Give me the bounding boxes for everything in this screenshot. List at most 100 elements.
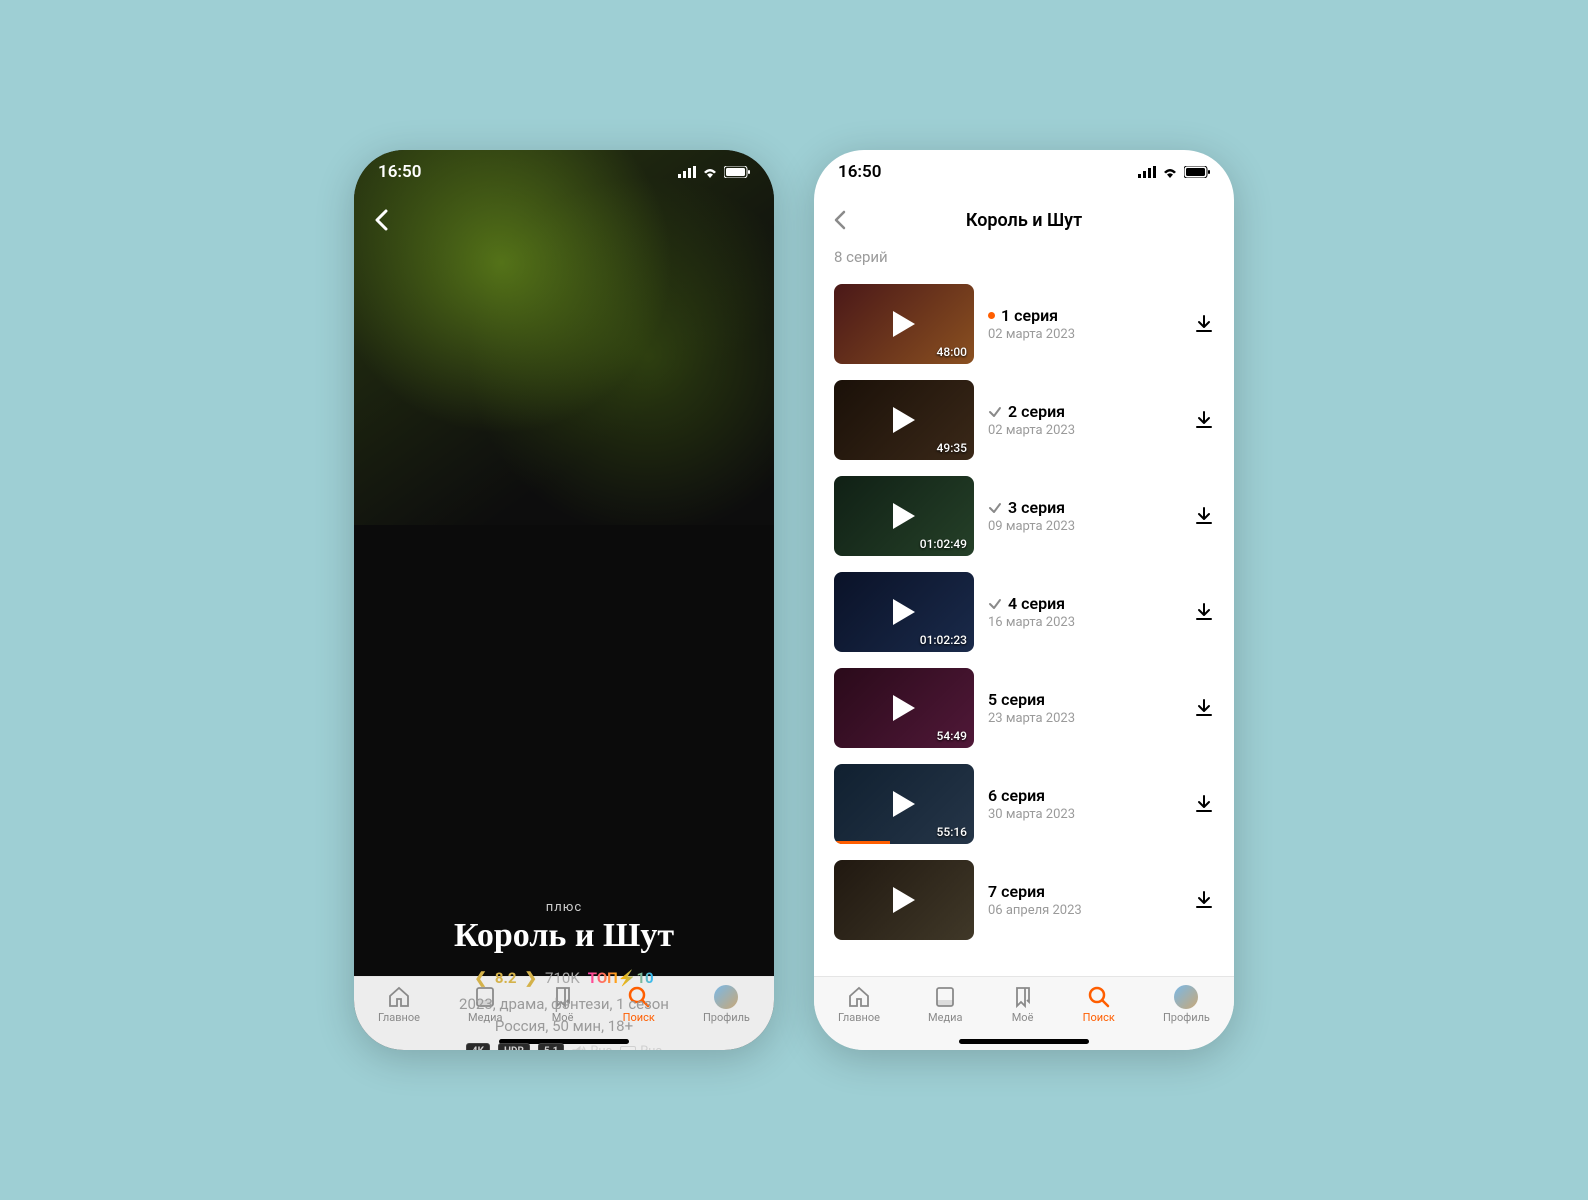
episode-duration: 01:02:49 — [920, 537, 967, 551]
rating-value: 8.2 — [495, 969, 517, 987]
episode-meta: 7 серия 06 апреля 2023 — [988, 882, 1180, 918]
show-title: Король и Шут — [354, 917, 774, 955]
episode-download-button[interactable] — [1194, 410, 1214, 430]
nav-row: Король и Шут — [814, 200, 1234, 240]
subs-chip: Rus — [620, 1044, 662, 1050]
download-icon — [1194, 410, 1214, 430]
episode-download-button[interactable] — [1194, 794, 1214, 814]
play-icon — [893, 311, 915, 337]
episode-row: 49:35 2 серия 02 марта 2023 — [814, 372, 1234, 468]
episode-download-button[interactable] — [1194, 890, 1214, 910]
tab-search[interactable]: Поиск — [1083, 985, 1115, 1024]
status-bar: 16:50 — [354, 150, 774, 194]
download-icon — [1194, 794, 1214, 814]
detail-body: плюс Король и Шут ❮ 8.2 ❯ 710K ТОП⚡10 20… — [354, 525, 774, 1050]
check-icon — [988, 597, 1002, 611]
episode-title: 7 серия — [988, 882, 1045, 901]
episode-thumbnail[interactable] — [834, 860, 974, 940]
episode-duration: 49:35 — [937, 441, 967, 455]
play-icon — [893, 887, 915, 913]
laurel-icon: ❯ — [524, 969, 537, 987]
episode-row: 55:16 6 серия 30 марта 2023 — [814, 756, 1234, 852]
plus-label: плюс — [354, 900, 774, 915]
top10-badge: ТОП⚡10 — [588, 969, 654, 987]
episode-thumbnail[interactable]: 48:00 — [834, 284, 974, 364]
chip-hdr: HDR — [498, 1043, 530, 1050]
play-icon — [893, 791, 915, 817]
back-button[interactable] — [374, 209, 388, 231]
status-bar: 16:50 — [814, 150, 1234, 194]
episode-title: 1 серия — [1001, 306, 1058, 325]
download-icon — [1194, 602, 1214, 622]
quality-chips: 4K HDR 5.1 Rus Rus — [354, 1043, 774, 1050]
speaker-icon — [572, 1045, 586, 1051]
episode-row: 7 серия 06 апреля 2023 — [814, 852, 1234, 948]
tab-search-label: Поиск — [1083, 1011, 1115, 1024]
wifi-icon — [1162, 166, 1178, 178]
episode-row: 48:00 1 серия 02 марта 2023 — [814, 276, 1234, 372]
play-icon — [893, 407, 915, 433]
episode-meta: 3 серия 09 марта 2023 — [988, 498, 1180, 534]
audio-chip: Rus — [572, 1044, 612, 1050]
episode-date: 16 марта 2023 — [988, 615, 1180, 630]
play-icon — [893, 503, 915, 529]
home-icon — [847, 985, 871, 1009]
episode-row: 01:02:23 4 серия 16 марта 2023 — [814, 564, 1234, 660]
episode-duration: 48:00 — [937, 345, 967, 359]
episode-date: 02 марта 2023 — [988, 423, 1180, 438]
episode-title-line: 7 серия — [988, 882, 1180, 901]
media-icon — [933, 985, 957, 1009]
episode-title-line: 2 серия — [988, 402, 1180, 421]
episode-title-line: 3 серия — [988, 498, 1180, 517]
subs-lang: Rus — [640, 1044, 662, 1050]
episode-title-line: 5 серия — [988, 690, 1180, 709]
episode-download-button[interactable] — [1194, 314, 1214, 334]
check-icon — [988, 405, 1002, 419]
episode-date: 23 марта 2023 — [988, 711, 1180, 726]
tab-home[interactable]: Главное — [838, 985, 880, 1024]
nav-row — [354, 200, 774, 240]
download-icon — [1194, 314, 1214, 334]
episode-title: 6 серия — [988, 786, 1045, 805]
vote-count: 710K — [545, 969, 580, 987]
current-dot-icon — [988, 312, 995, 319]
home-indicator — [959, 1039, 1089, 1044]
episode-thumbnail[interactable]: 01:02:23 — [834, 572, 974, 652]
episode-thumbnail[interactable]: 54:49 — [834, 668, 974, 748]
episode-title: 2 серия — [1008, 402, 1065, 421]
episodes-count: 8 серий — [814, 248, 1234, 276]
battery-icon — [1184, 166, 1210, 178]
episode-row: 01:02:49 3 серия 09 марта 2023 — [814, 468, 1234, 564]
avatar-icon — [1174, 985, 1198, 1009]
episode-meta: 6 серия 30 марта 2023 — [988, 786, 1180, 822]
chevron-left-icon — [834, 210, 846, 230]
wifi-icon — [702, 166, 718, 178]
episode-title: 3 серия — [1008, 498, 1065, 517]
detail-screen: 16:50 плюс Король и Шут ❮ 8.2 ❯ 710K ТОП… — [354, 150, 774, 1050]
search-icon — [1087, 985, 1111, 1009]
episode-thumbnail[interactable]: 55:16 — [834, 764, 974, 844]
tab-profile[interactable]: Профиль — [1163, 985, 1210, 1024]
episode-duration: 54:49 — [937, 729, 967, 743]
play-icon — [893, 695, 915, 721]
episode-download-button[interactable] — [1194, 602, 1214, 622]
download-icon — [1194, 506, 1214, 526]
episode-date: 06 апреля 2023 — [988, 903, 1180, 918]
episode-meta: 5 серия 23 марта 2023 — [988, 690, 1180, 726]
episode-thumbnail[interactable]: 49:35 — [834, 380, 974, 460]
meta-country: Россия, 50 мин, 18+ — [354, 1017, 774, 1035]
audio-lang: Rus — [590, 1044, 612, 1050]
subtitles-icon — [620, 1046, 636, 1051]
episode-download-button[interactable] — [1194, 698, 1214, 718]
episode-title-line: 6 серия — [988, 786, 1180, 805]
episode-download-button[interactable] — [1194, 506, 1214, 526]
back-button[interactable] — [834, 210, 846, 230]
tab-my[interactable]: Моё — [1011, 985, 1035, 1024]
chevron-left-icon — [374, 209, 388, 231]
cellular-icon — [678, 166, 696, 178]
episode-title-line: 4 серия — [988, 594, 1180, 613]
tab-home-label: Главное — [838, 1011, 880, 1024]
laurel-icon: ❮ — [474, 969, 487, 987]
tab-media[interactable]: Медиа — [928, 985, 962, 1024]
episode-thumbnail[interactable]: 01:02:49 — [834, 476, 974, 556]
